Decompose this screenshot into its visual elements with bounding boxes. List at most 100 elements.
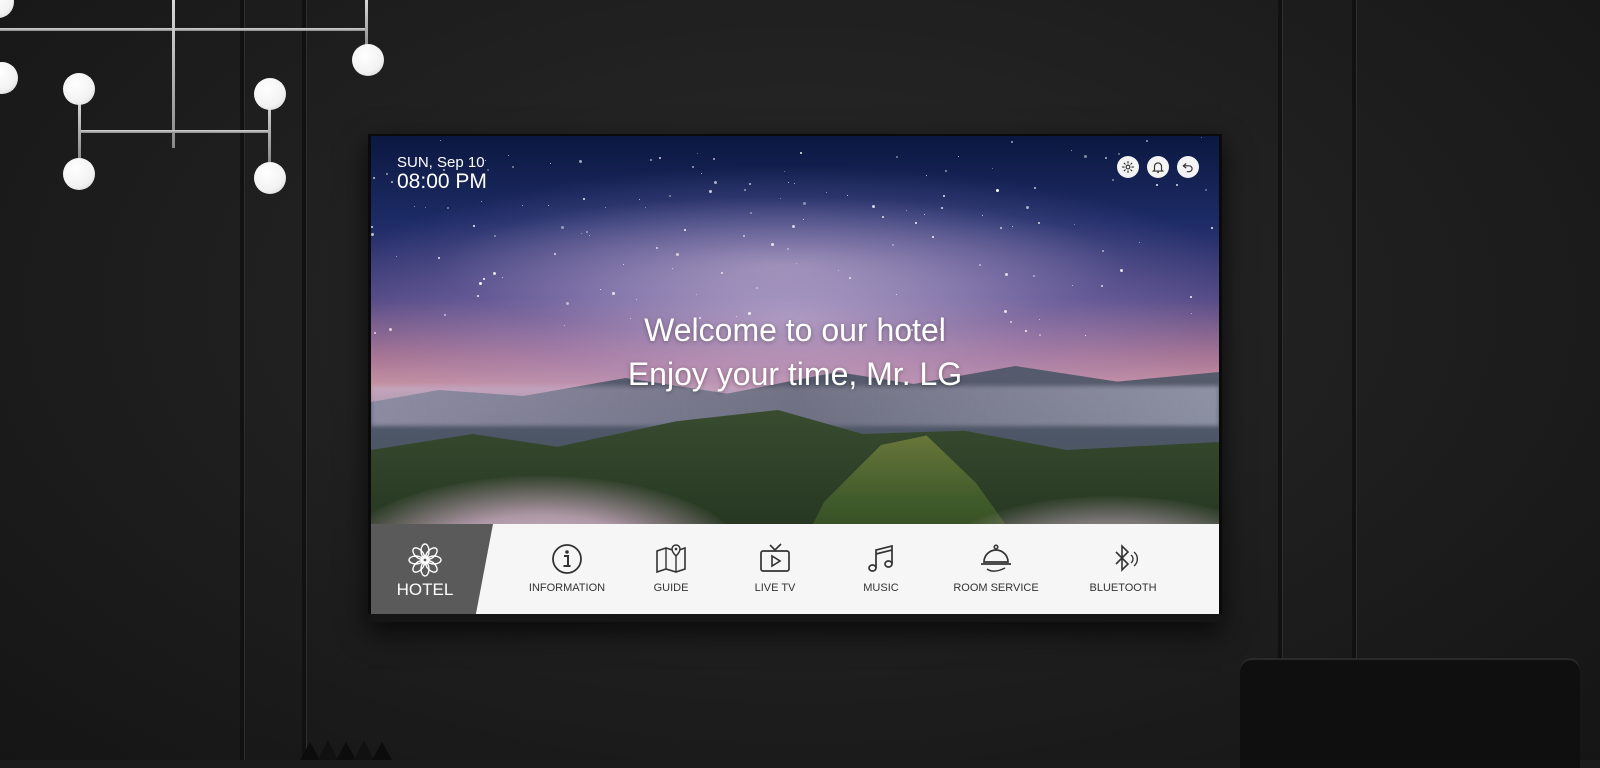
menu-item-label: GUIDE (653, 582, 689, 594)
star (386, 172, 389, 175)
star (1156, 183, 1159, 186)
wall-panel-line (1278, 0, 1282, 760)
tv-play-icon (760, 543, 790, 572)
star (691, 165, 694, 168)
star (1119, 269, 1123, 273)
menu-item-information[interactable]: INFORMATION (517, 524, 617, 614)
star (942, 195, 945, 198)
main-menu-bar: HOTEL INFORMATION GUIDE LIVE TV MUSIC RO… (371, 524, 1219, 614)
star (668, 194, 671, 197)
star (446, 206, 449, 209)
star (748, 182, 751, 185)
star (1037, 221, 1040, 224)
star (1205, 188, 1208, 191)
star (560, 226, 564, 230)
star (1010, 140, 1013, 143)
star (638, 198, 640, 200)
menu-item-live-tv[interactable]: LIVE TV (735, 524, 815, 614)
star (1112, 179, 1115, 182)
menu-item-bluetooth[interactable]: BLUETOOTH (1073, 524, 1173, 614)
star (659, 156, 662, 159)
star (477, 294, 480, 297)
wall-panel-line (240, 0, 244, 760)
star (482, 277, 485, 280)
star (696, 153, 698, 155)
star (1105, 157, 1108, 160)
star (549, 162, 551, 164)
star (713, 157, 716, 160)
star (1201, 137, 1203, 139)
star (905, 210, 907, 212)
flower-icon (408, 543, 442, 577)
tv-bezel (368, 614, 1222, 622)
map-pin-icon (656, 544, 686, 574)
bluetooth-icon (1115, 544, 1138, 572)
star (1145, 139, 1148, 142)
back-button[interactable] (1177, 156, 1199, 178)
star (390, 181, 393, 184)
star (437, 256, 440, 259)
star (720, 272, 723, 275)
star (512, 165, 515, 168)
menu-item-label: MUSIC (863, 582, 899, 594)
star (742, 235, 745, 238)
menu-item-hotel-label: HOTEL (396, 580, 454, 599)
floor-decoration (300, 740, 392, 760)
star (871, 205, 875, 208)
star (605, 206, 607, 208)
star (945, 169, 948, 172)
cloche-icon (981, 544, 1011, 572)
wall-panel-line (1352, 0, 1356, 760)
star (414, 206, 416, 208)
star (1118, 152, 1121, 155)
star (1071, 284, 1073, 286)
top-icons (1117, 156, 1199, 178)
settings-icon (1122, 161, 1134, 173)
clock: SUN, Sep 10 08:00 PM (397, 154, 487, 193)
star (891, 244, 894, 247)
star (650, 158, 653, 161)
star (1084, 154, 1088, 158)
menu-item-guide[interactable]: GUIDE (631, 524, 711, 614)
date-text: SUN, Sep 10 (397, 154, 485, 171)
star (700, 172, 702, 174)
menu-item-music[interactable]: MUSIC (841, 524, 921, 614)
star (565, 302, 569, 306)
star (492, 272, 496, 276)
welcome-message: Welcome to our hotel Enjoy your time, Mr… (371, 308, 1219, 396)
star (478, 281, 482, 285)
star (1033, 187, 1036, 190)
star (770, 243, 774, 247)
star (1190, 295, 1193, 298)
menu-item-label: INFORMATION (528, 582, 606, 594)
sofa (1240, 658, 1580, 768)
star (486, 168, 489, 171)
menu-item-label: BLUETOOTH (1089, 582, 1157, 594)
settings-button[interactable] (1117, 156, 1139, 178)
back-icon (1182, 163, 1193, 173)
star (373, 176, 376, 179)
star (896, 155, 899, 158)
star (793, 183, 795, 184)
star (586, 230, 588, 233)
menu-item-room-service[interactable]: ROOM SERVICE (941, 524, 1051, 614)
menu-item-label: LIVE TV (754, 582, 796, 594)
star (440, 140, 442, 142)
tv: SUN, Sep 10 08:00 PM Welcome to our hote… (368, 134, 1222, 622)
star (1032, 274, 1035, 277)
star (1071, 149, 1073, 151)
star (671, 267, 673, 269)
star (743, 188, 746, 191)
wall-panel-line (302, 0, 306, 760)
menu-item-hotel[interactable]: HOTEL (371, 524, 493, 614)
music-note-icon (868, 544, 893, 572)
star (992, 168, 994, 170)
bell-icon (1151, 162, 1165, 174)
star (958, 155, 960, 157)
welcome-line-2: Enjoy your time, Mr. LG (627, 356, 963, 392)
star (1175, 184, 1178, 186)
star (507, 154, 509, 156)
star (978, 263, 981, 266)
notifications-button[interactable] (1147, 156, 1169, 178)
star (579, 160, 583, 164)
